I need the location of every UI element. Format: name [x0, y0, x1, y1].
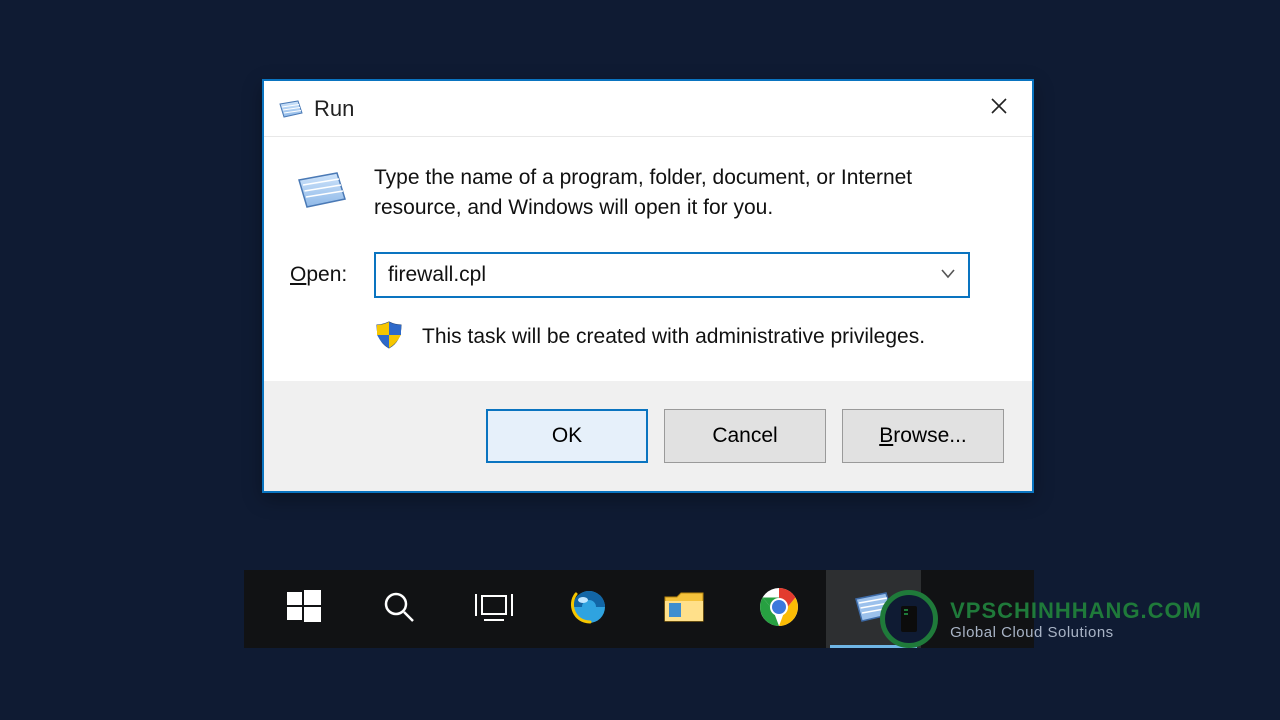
taskbar-app-ie[interactable]	[541, 570, 636, 648]
file-explorer-icon	[663, 589, 705, 630]
instruction-text: Type the name of a program, folder, docu…	[374, 163, 1004, 224]
task-view-icon	[474, 590, 514, 629]
titlebar[interactable]: Run	[264, 81, 1032, 137]
windows-logo-icon	[285, 588, 323, 631]
search-button[interactable]	[351, 570, 446, 648]
task-view-button[interactable]	[446, 570, 541, 648]
open-combo[interactable]	[374, 252, 970, 298]
combo-dropdown-button[interactable]	[928, 254, 968, 296]
start-button[interactable]	[256, 570, 351, 648]
taskbar-app-explorer[interactable]	[636, 570, 731, 648]
open-input[interactable]	[376, 263, 928, 287]
run-icon	[296, 169, 348, 211]
internet-explorer-icon	[568, 586, 610, 633]
browse-button[interactable]: Browse...	[842, 409, 1004, 463]
close-icon	[990, 97, 1008, 120]
watermark-sub: Global Cloud Solutions	[950, 624, 1202, 641]
taskbar-app-chrome[interactable]	[731, 570, 826, 648]
run-icon	[278, 99, 304, 119]
close-button[interactable]	[976, 89, 1022, 129]
cancel-button[interactable]: Cancel	[664, 409, 826, 463]
window-title: Run	[314, 96, 976, 122]
uac-shield-icon	[374, 320, 404, 355]
ok-button[interactable]: OK	[486, 409, 648, 463]
dialog-body: Type the name of a program, folder, docu…	[264, 137, 1032, 381]
watermark: VPSCHINHHANG.COM Global Cloud Solutions	[880, 590, 1202, 648]
watermark-logo-icon	[880, 590, 938, 648]
admin-privileges-text: This task will be created with administr…	[422, 325, 925, 349]
run-dialog: Run Type the name of a program, folder, …	[263, 80, 1033, 492]
chrome-icon	[758, 586, 800, 633]
watermark-brand: VPSCHINHHANG.COM	[950, 598, 1202, 624]
dialog-footer: OK Cancel Browse...	[264, 381, 1032, 491]
chevron-down-icon	[941, 266, 955, 284]
search-icon	[381, 589, 417, 630]
open-label: Open:	[290, 263, 362, 287]
